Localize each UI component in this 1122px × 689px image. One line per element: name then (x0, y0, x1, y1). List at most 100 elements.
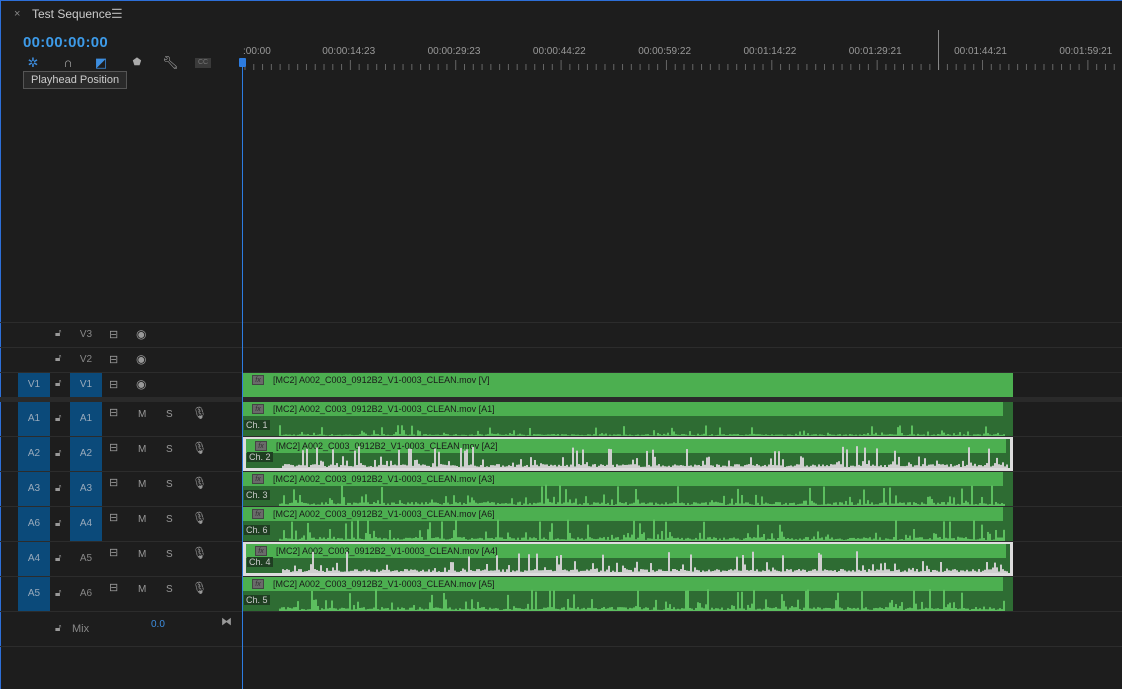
lock-icon[interactable]: 🔓︎ (55, 518, 61, 529)
track-target[interactable]: V2 (70, 348, 102, 372)
track-target[interactable]: A1 (70, 402, 102, 436)
source-patch[interactable]: A4 (18, 542, 50, 576)
magnet-icon[interactable]: ∩ (60, 55, 76, 71)
eye-icon[interactable]: ◉ (136, 352, 146, 366)
eye-icon[interactable]: ◉ (136, 377, 146, 391)
waveform-bar (769, 607, 771, 611)
audio-clip[interactable]: [MC2] A002_C003_0912B2_V1-0003_CLEAN.mov… (243, 542, 1013, 576)
track-target[interactable]: V1 (70, 373, 102, 397)
microphone-icon[interactable]: 🎙︎ (192, 546, 207, 560)
audio-clip[interactable]: [MC2] A002_C003_0912B2_V1-0003_CLEAN.mov… (243, 577, 1013, 611)
lock-icon[interactable]: 🔓︎ (55, 353, 61, 364)
audio-clip[interactable]: [MC2] A002_C003_0912B2_V1-0003_CLEAN.mov… (243, 402, 1013, 436)
lock-icon[interactable]: 🔓︎ (55, 448, 61, 459)
waveform-bar (962, 460, 964, 468)
sync-lock-icon[interactable]: ⊟ (109, 511, 118, 524)
microphone-icon[interactable]: 🎙︎ (192, 511, 207, 525)
sync-lock-icon[interactable]: ⊟ (109, 476, 118, 489)
source-patch[interactable]: A2 (18, 437, 50, 471)
lock-icon[interactable]: 🔓︎ (55, 378, 61, 389)
playhead-handle[interactable] (239, 58, 246, 67)
mute-button[interactable]: M (138, 444, 146, 455)
audio-clip[interactable]: [MC2] A002_C003_0912B2_V1-0003_CLEAN.mov… (243, 472, 1013, 506)
waveform-bar (979, 538, 981, 541)
waveform-bar (895, 604, 897, 611)
waveform-bar (855, 434, 857, 436)
waveform-bar (382, 569, 384, 573)
waveform-bar (879, 607, 881, 611)
solo-button[interactable]: S (166, 514, 173, 525)
source-patch[interactable]: A6 (18, 507, 50, 541)
track-target[interactable]: A5 (70, 542, 102, 576)
waveform-bar (976, 466, 978, 468)
lock-icon[interactable]: 🔓︎ (55, 483, 61, 494)
microphone-icon[interactable]: 🎙︎ (192, 581, 207, 595)
mix-volume-value[interactable]: 0.0 (151, 619, 165, 630)
mute-button[interactable]: M (138, 584, 146, 595)
solo-button[interactable]: S (166, 444, 173, 455)
lock-icon[interactable]: 🔓︎ (55, 553, 61, 564)
source-patch[interactable]: V1 (18, 373, 50, 397)
wrench-icon[interactable]: 🔧︎ (162, 55, 179, 71)
sync-lock-icon[interactable]: ⊟ (109, 378, 118, 391)
sync-lock-icon[interactable]: ⊟ (109, 441, 118, 454)
playhead-timecode[interactable]: 00:00:00:00 (23, 34, 108, 51)
sync-lock-icon[interactable]: ⊟ (109, 328, 118, 341)
source-patch[interactable]: A5 (18, 577, 50, 611)
waveform-bar (809, 608, 811, 611)
lock-icon[interactable]: 🔓︎ (55, 413, 61, 424)
lock-icon[interactable]: 🔓︎ (55, 588, 61, 599)
waveform-bar (589, 607, 591, 611)
mute-button[interactable]: M (138, 514, 146, 525)
mute-button[interactable]: M (138, 409, 146, 420)
waveform-bar (393, 609, 395, 611)
lock-icon[interactable]: 🔓︎ (55, 623, 61, 634)
track-target[interactable]: A2 (70, 437, 102, 471)
captions-icon[interactable]: CC (195, 58, 211, 68)
playhead-line[interactable] (242, 58, 243, 689)
waveform-bar (415, 537, 417, 541)
sync-lock-icon[interactable]: ⊟ (109, 581, 118, 594)
waveform-bar (449, 607, 451, 611)
microphone-icon[interactable]: 🎙︎ (192, 476, 207, 490)
sync-lock-icon[interactable]: ⊟ (109, 406, 118, 419)
waveform-bar (821, 537, 823, 541)
mute-button[interactable]: M (138, 479, 146, 490)
panel-menu-icon[interactable]: ☰ (111, 6, 123, 22)
waveform-bar (647, 434, 649, 436)
audio-clip[interactable]: [MC2] A002_C003_0912B2_V1-0003_CLEAN.mov… (243, 507, 1013, 541)
sync-lock-icon[interactable]: ⊟ (109, 546, 118, 559)
sync-lock-icon[interactable]: ⊟ (109, 353, 118, 366)
snap-insert-icon[interactable]: ✲ (25, 55, 41, 71)
marker-icon[interactable]: ⬟ (129, 55, 145, 71)
microphone-icon[interactable]: 🎙︎ (192, 441, 207, 455)
solo-button[interactable]: S (166, 479, 173, 490)
track-target[interactable]: A4 (70, 507, 102, 541)
solo-button[interactable]: S (166, 584, 173, 595)
sequence-tab-title[interactable]: Test Sequence (32, 7, 111, 21)
source-patch[interactable]: A3 (18, 472, 50, 506)
solo-button[interactable]: S (166, 549, 173, 560)
waveform-bar (945, 434, 947, 436)
close-tab-icon[interactable]: × (14, 8, 20, 20)
linked-selection-icon[interactable]: ◩ (93, 55, 109, 71)
waveform-bar (943, 521, 945, 541)
channel-label: Ch. 6 (244, 525, 270, 535)
eye-icon[interactable]: ◉ (136, 327, 146, 341)
source-patch[interactable]: A1 (18, 402, 50, 436)
mute-button[interactable]: M (138, 549, 146, 560)
waveform-bar (919, 434, 921, 436)
waveform-bar (555, 608, 557, 611)
waveform-bar (557, 608, 559, 611)
waveform-bar (423, 539, 425, 541)
microphone-icon[interactable]: 🎙︎ (192, 406, 207, 420)
video-clip[interactable]: fx [MC2] A002_C003_0912B2_V1-0003_CLEAN.m… (243, 373, 1013, 397)
solo-button[interactable]: S (166, 409, 173, 420)
track-target[interactable]: A6 (70, 577, 102, 611)
lock-icon[interactable]: 🔓︎ (55, 328, 61, 339)
waveform-bar (886, 569, 888, 573)
audio-clip[interactable]: [MC2] A002_C003_0912B2_V1-0003_CLEAN.mov… (243, 437, 1013, 471)
expand-icon[interactable]: ⧓ (221, 615, 232, 628)
track-target[interactable]: V3 (70, 323, 102, 347)
track-target[interactable]: A3 (70, 472, 102, 506)
